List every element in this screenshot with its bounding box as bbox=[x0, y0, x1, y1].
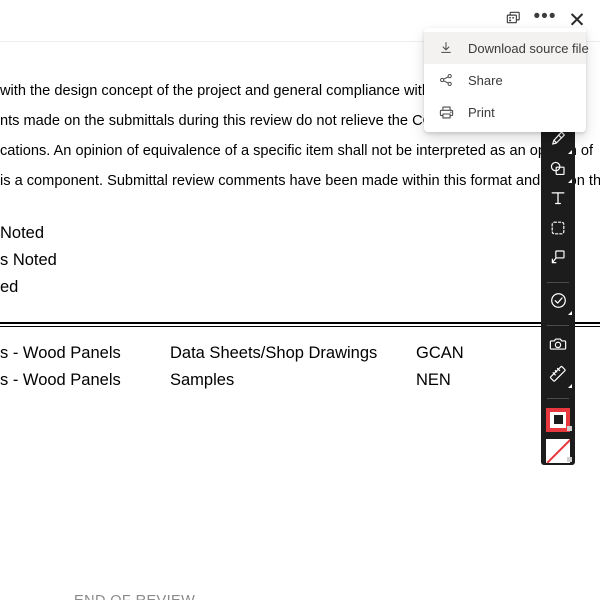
annotation-toolbar[interactable] bbox=[541, 125, 575, 465]
table-row: s - Wood Panels Data Sheets/Shop Drawing… bbox=[0, 340, 600, 367]
download-icon bbox=[436, 38, 456, 58]
table-top-rule bbox=[0, 322, 600, 327]
area-select-icon bbox=[548, 218, 568, 243]
ruler-icon bbox=[548, 364, 568, 389]
shapes-icon bbox=[548, 159, 568, 184]
stamp-tool-caret-icon[interactable] bbox=[568, 311, 572, 315]
table-cell-code: NEN bbox=[416, 371, 451, 389]
pen-tool-caret-icon[interactable] bbox=[568, 149, 572, 154]
table-cell-description: s - Wood Panels bbox=[0, 344, 121, 362]
toolbar-divider bbox=[547, 398, 569, 399]
pdf-viewer: with the design concept of the project a… bbox=[0, 0, 600, 600]
table-cell-code: GCAN bbox=[416, 344, 464, 362]
status-line: ed bbox=[0, 278, 19, 296]
area-select-tool-button[interactable] bbox=[543, 217, 573, 245]
table-cell-type: Samples bbox=[170, 371, 235, 389]
pen-tool-button[interactable] bbox=[543, 128, 573, 156]
paragraph-line: is a component. Submittal review comment… bbox=[0, 173, 600, 189]
measure-tool-button[interactable] bbox=[543, 363, 573, 391]
table-cell-description: s - Wood Panels bbox=[0, 371, 121, 389]
end-of-review-note: END OF REVIEW bbox=[74, 593, 195, 600]
stamp-check-icon bbox=[548, 290, 569, 316]
callout-icon bbox=[548, 247, 568, 272]
text-icon bbox=[548, 188, 568, 213]
menu-item-share[interactable]: Share bbox=[424, 64, 586, 96]
paragraph-line: cations. An opinion of equivalence of a … bbox=[0, 143, 594, 159]
toolbar-divider bbox=[547, 325, 569, 326]
text-tool-button[interactable] bbox=[543, 187, 573, 215]
status-line: Noted bbox=[0, 224, 45, 242]
table-cell-type: Data Sheets/Shop Drawings bbox=[170, 344, 378, 362]
menu-item-download-source-file[interactable]: Download source file bbox=[424, 32, 589, 64]
callout-tool-button[interactable] bbox=[543, 246, 573, 274]
pen-icon bbox=[548, 129, 568, 154]
overflow-menu[interactable]: Download source file Share Print bbox=[424, 28, 589, 132]
share-icon bbox=[436, 70, 456, 90]
review-status-list: Noted s Noted ed bbox=[0, 220, 57, 301]
shapes-tool-caret-icon[interactable] bbox=[568, 179, 572, 183]
stroke-color-swatch-button[interactable] bbox=[543, 406, 573, 434]
menu-item-label: Share bbox=[468, 72, 503, 88]
submittal-table: s - Wood Panels Data Sheets/Shop Drawing… bbox=[0, 340, 600, 394]
fill-color-caret-icon[interactable] bbox=[567, 457, 572, 462]
stroke-color-caret-icon[interactable] bbox=[567, 425, 572, 431]
measure-tool-caret-icon[interactable] bbox=[568, 384, 572, 388]
menu-item-label: Download source file bbox=[468, 40, 589, 56]
menu-item-print[interactable]: Print bbox=[424, 96, 586, 128]
table-row: s - Wood Panels Samples NEN bbox=[0, 367, 600, 394]
snapshot-tool-button[interactable] bbox=[543, 333, 573, 361]
shapes-tool-button[interactable] bbox=[543, 158, 573, 186]
toolbar-divider bbox=[547, 281, 569, 283]
status-line: s Noted bbox=[0, 251, 57, 269]
camera-icon bbox=[548, 334, 568, 359]
print-icon bbox=[436, 102, 456, 122]
fill-color-swatch-button[interactable] bbox=[543, 438, 573, 466]
more-options-icon: ••• bbox=[533, 5, 557, 27]
menu-item-label: Print bbox=[468, 104, 495, 120]
stamp-tool-button[interactable] bbox=[543, 290, 573, 318]
